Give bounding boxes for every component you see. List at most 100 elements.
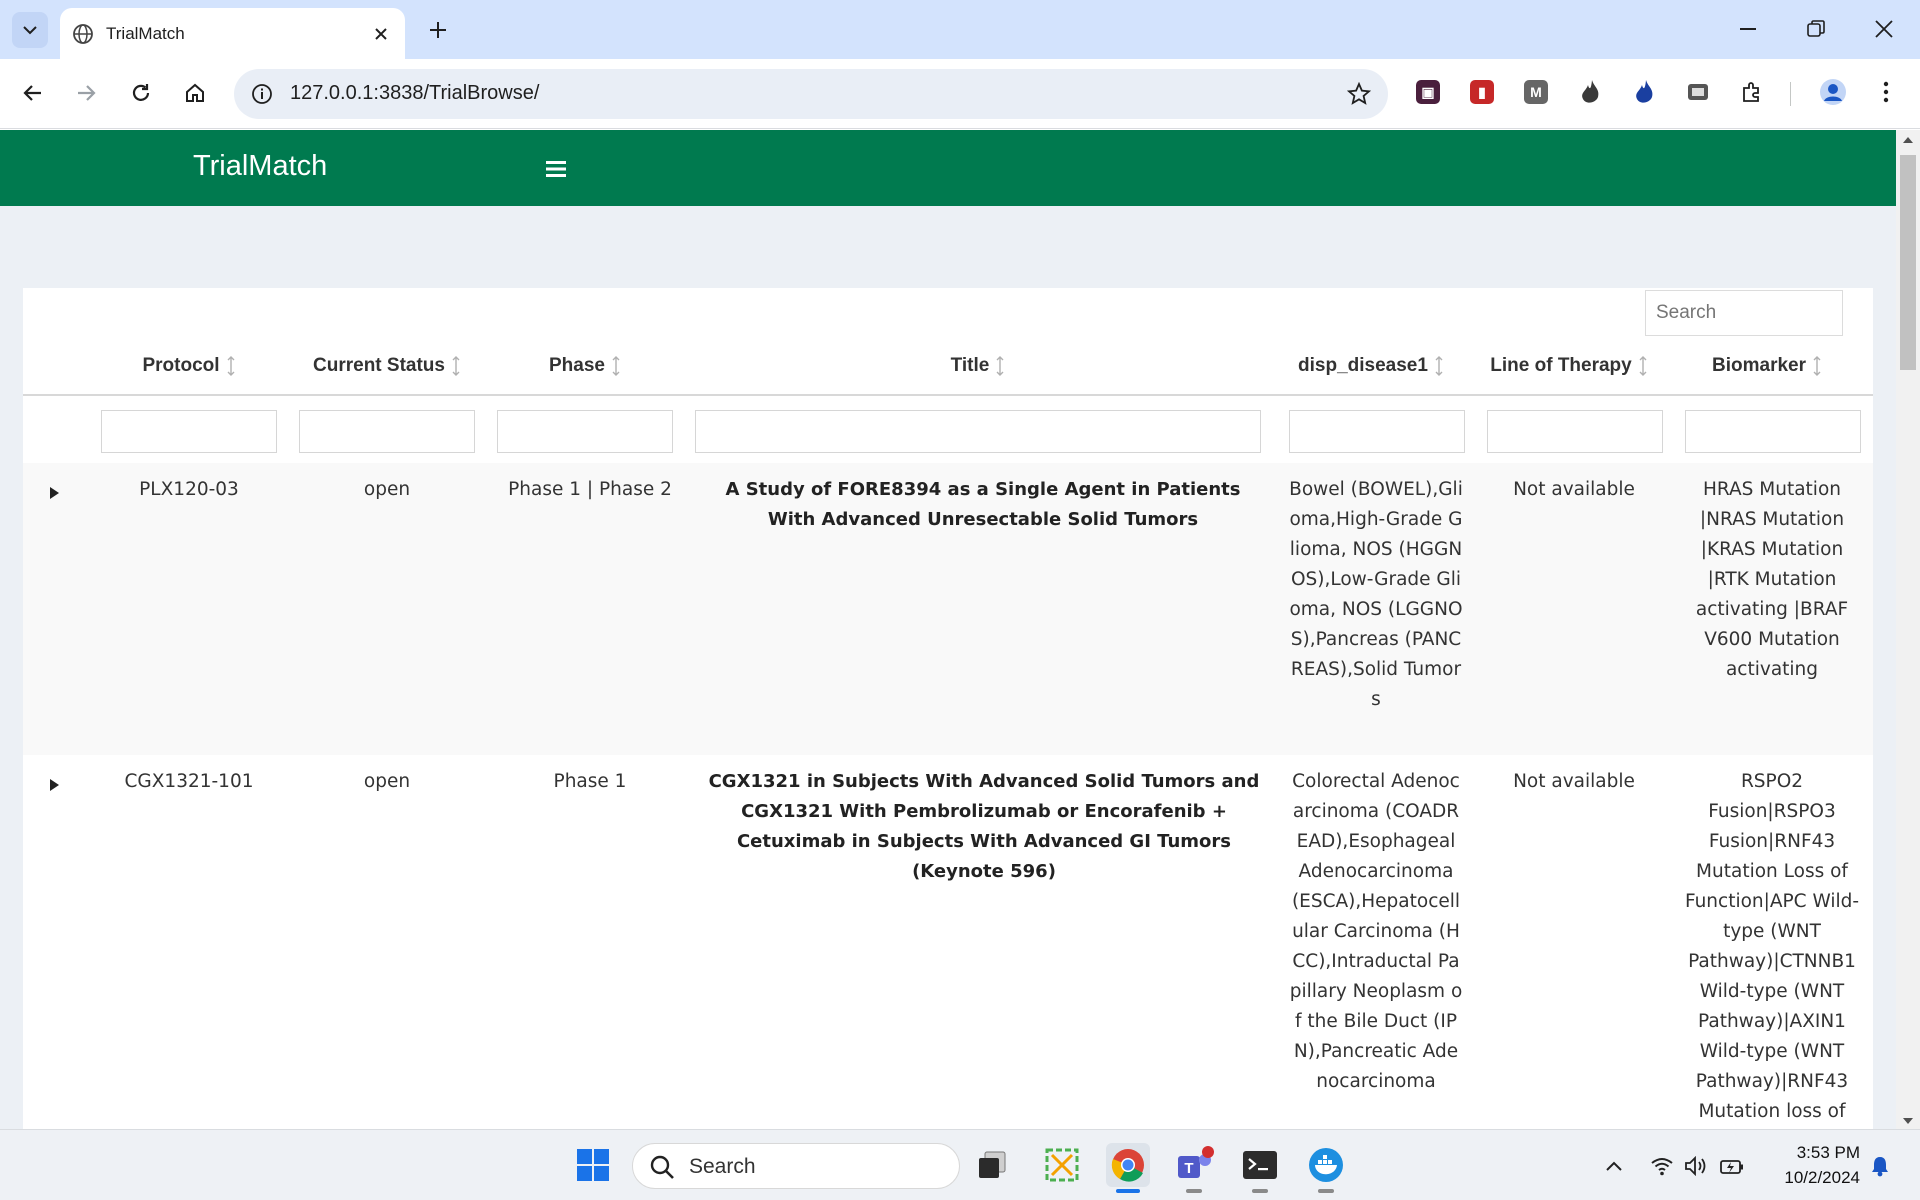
restore-button[interactable] [1788, 6, 1844, 52]
forward-button[interactable] [66, 73, 106, 113]
sort-icon [1638, 355, 1648, 377]
column-header-label: Phase [549, 355, 605, 376]
extension-icon [1688, 84, 1708, 100]
cell-biomarker: RSPO2 Fusion|RSPO3 Fusion|RNF43 Mutation… [1684, 771, 1860, 1122]
battery-charging-icon [1720, 1160, 1743, 1174]
snipping-tool-icon [1045, 1148, 1079, 1182]
table-search-input[interactable] [1645, 290, 1843, 336]
windows-logo-icon [577, 1149, 609, 1181]
extension-button[interactable]: M [1522, 78, 1550, 106]
cell-title: CGX1321 in Subjects With Advanced Solid … [708, 771, 1260, 882]
column-header-label: Title [950, 355, 990, 376]
toolbar-divider [1790, 82, 1791, 106]
show-hidden-icons-button[interactable] [1600, 1152, 1628, 1180]
taskbar-search[interactable]: Search [632, 1143, 960, 1189]
filter-protocol-input[interactable] [101, 410, 277, 453]
profile-button[interactable] [1819, 78, 1847, 106]
scroll-up-arrow-icon[interactable] [1902, 136, 1914, 144]
m-extension-icon: M [1524, 80, 1548, 104]
arrow-left-icon [23, 85, 41, 101]
close-window-button[interactable] [1856, 6, 1912, 52]
tab-close-button[interactable] [369, 22, 393, 46]
extension-button[interactable] [1684, 78, 1712, 106]
terminal-icon [1243, 1151, 1277, 1179]
page-scrollbar[interactable] [1896, 130, 1920, 1129]
extension-button[interactable]: ▣ [1414, 78, 1442, 106]
column-header-current-status[interactable]: Current Status [299, 346, 475, 386]
arrow-right-icon [78, 85, 96, 101]
system-clock[interactable]: 3:53 PM 10/2/2024 [1760, 1140, 1860, 1190]
info-icon [252, 84, 272, 104]
notifications-button[interactable] [1866, 1152, 1894, 1180]
cell-protocol: PLX120-03 [139, 479, 239, 500]
running-indicator [1186, 1189, 1202, 1193]
back-button[interactable] [13, 73, 53, 113]
chevron-up-icon [1606, 1161, 1622, 1171]
filter-phase-input[interactable] [497, 410, 673, 453]
reload-button[interactable] [121, 73, 161, 113]
extension-button[interactable] [1630, 78, 1658, 106]
sort-icon [1434, 355, 1444, 377]
wifi-status[interactable] [1648, 1152, 1676, 1180]
snipping-tool-button[interactable] [1040, 1143, 1084, 1187]
chrome-taskbar-button[interactable] [1106, 1143, 1150, 1193]
extension-button[interactable] [1576, 78, 1604, 106]
wifi-icon [1651, 1158, 1673, 1176]
column-header-label: Biomarker [1712, 355, 1806, 376]
restore-icon [1807, 20, 1825, 37]
sidebar-toggle-button[interactable] [540, 154, 572, 184]
puzzle-icon [1743, 82, 1759, 102]
address-bar[interactable]: 127.0.0.1:3838/TrialBrowse/ [234, 69, 1388, 119]
filter-biomarker-input[interactable] [1685, 410, 1861, 453]
table-row[interactable]: CGX1321-101 open Phase 1 CGX1321 in Subj… [23, 755, 1873, 1129]
expand-row-icon[interactable] [47, 485, 61, 501]
cell-phase: Phase 1 [553, 771, 627, 792]
tab-search-button[interactable] [12, 12, 48, 48]
bookmark-button[interactable] [1344, 79, 1374, 109]
cell-disease: Bowel (BOWEL),Glioma,High-Grade Glioma, … [1289, 479, 1463, 710]
column-header-phase[interactable]: Phase [497, 346, 673, 386]
expand-row-icon[interactable] [47, 777, 61, 793]
docker-taskbar-button[interactable] [1304, 1143, 1348, 1193]
volume-status[interactable] [1682, 1152, 1710, 1180]
task-view-button[interactable] [970, 1143, 1014, 1187]
site-info-button[interactable] [244, 76, 280, 112]
column-header-title[interactable]: Title [695, 346, 1261, 386]
browser-tab-active[interactable]: TrialMatch [60, 8, 405, 59]
extension-button[interactable]: ▮ [1468, 78, 1496, 106]
scrollbar-thumb[interactable] [1900, 155, 1916, 370]
cell-line-of-therapy: Not available [1513, 771, 1635, 792]
minimize-icon [1740, 28, 1756, 30]
filter-title-input[interactable] [695, 410, 1261, 453]
globe-icon [73, 23, 93, 44]
terminal-taskbar-button[interactable] [1238, 1143, 1282, 1193]
column-header-line-of-therapy[interactable]: Line of Therapy [1481, 346, 1657, 386]
main-content: Protocol Current Status Phase Title disp… [0, 206, 1896, 1129]
home-button[interactable] [175, 73, 215, 113]
taskbar-search-label: Search [689, 1155, 756, 1178]
extensions-menu-button[interactable] [1738, 78, 1766, 106]
column-header-label: Protocol [142, 355, 220, 376]
teams-taskbar-button[interactable]: T [1172, 1143, 1216, 1193]
tab-title: TrialMatch [106, 23, 185, 43]
extension-icon: ▮ [1470, 80, 1494, 104]
column-header-protocol[interactable]: Protocol [101, 346, 277, 386]
app-header: TrialMatch [0, 130, 1896, 206]
cell-status: open [363, 771, 411, 792]
battery-status[interactable] [1718, 1152, 1746, 1180]
filter-disease-input[interactable] [1289, 410, 1465, 453]
star-icon [1347, 82, 1371, 105]
filter-status-input[interactable] [299, 410, 475, 453]
avatar-icon [1820, 79, 1846, 105]
column-header-disease[interactable]: disp_disease1 [1283, 346, 1459, 386]
app-brand[interactable]: TrialMatch [193, 150, 327, 183]
clock-date: 10/2/2024 [1784, 1168, 1860, 1187]
table-row[interactable]: PLX120-03 open Phase 1 | Phase 2 A Study… [23, 463, 1873, 755]
new-tab-button[interactable] [420, 12, 456, 48]
scroll-down-arrow-icon[interactable] [1902, 1117, 1914, 1125]
filter-line-of-therapy-input[interactable] [1487, 410, 1663, 453]
column-header-biomarker[interactable]: Biomarker [1679, 346, 1855, 386]
browser-menu-button[interactable] [1872, 78, 1900, 106]
start-button[interactable] [571, 1143, 615, 1187]
minimize-button[interactable] [1720, 6, 1776, 52]
